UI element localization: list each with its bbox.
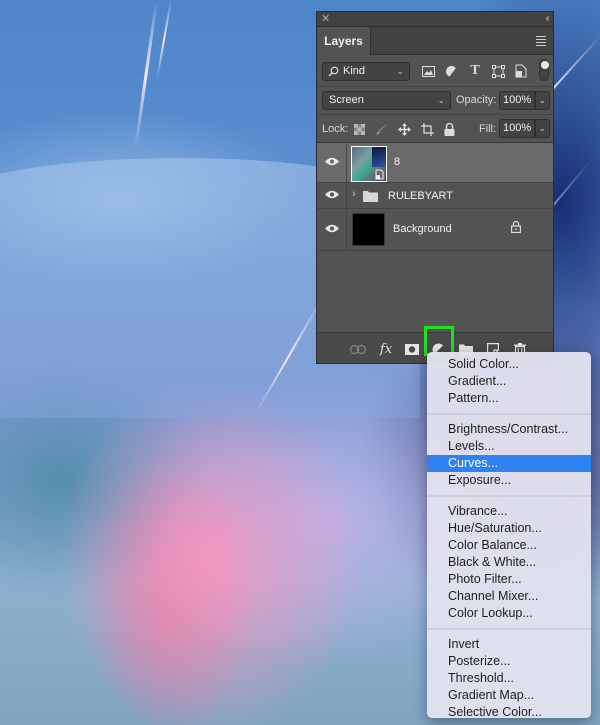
- layer-lock-icon: [511, 220, 522, 236]
- pixel-filter-icon[interactable]: [421, 65, 435, 77]
- chevron-down-icon: ⌄: [538, 95, 546, 105]
- menu-item-color-lookup[interactable]: Color Lookup...: [427, 605, 591, 622]
- lock-artboard-icon[interactable]: [420, 122, 434, 136]
- menu-item-levels[interactable]: Levels...: [427, 438, 591, 455]
- menu-item-photo-filter[interactable]: Photo Filter...: [427, 571, 591, 588]
- filter-row: Kind ⌄ T: [317, 55, 553, 87]
- fill-slider-button[interactable]: ⌄: [535, 119, 550, 138]
- smart-object-badge-icon: [374, 169, 385, 180]
- tab-layers[interactable]: Layers: [317, 27, 371, 55]
- light-streak: [134, 0, 158, 149]
- shape-filter-icon[interactable]: [491, 64, 505, 78]
- panel-tab-bar: Layers: [317, 27, 553, 55]
- layer-name[interactable]: RULEBYART: [388, 190, 453, 202]
- search-icon: [328, 66, 339, 77]
- menu-item-black-white[interactable]: Black & White...: [427, 554, 591, 571]
- filter-kind-select[interactable]: Kind ⌄: [322, 62, 410, 81]
- menu-item-hue-saturation[interactable]: Hue/Saturation...: [427, 520, 591, 537]
- light-streak: [156, 0, 172, 80]
- opacity-input[interactable]: 100%: [499, 91, 535, 110]
- adjustment-layer-menu: Solid Color... Gradient... Pattern... Brigh…: [427, 352, 591, 721]
- menu-separator: [427, 413, 591, 415]
- menu-item-brightness-contrast[interactable]: Brightness/Contrast...: [427, 421, 591, 438]
- panel-topbar: ✕ ‹‹: [317, 12, 553, 27]
- menu-item-posterize[interactable]: Posterize...: [427, 653, 591, 670]
- filter-toggle[interactable]: [539, 59, 549, 81]
- lock-row: Lock: Fill: 100% ⌄: [317, 115, 553, 143]
- lock-transparent-pixels-icon[interactable]: [353, 123, 365, 135]
- menu-item-gradient-map[interactable]: Gradient Map...: [427, 687, 591, 704]
- layer-thumbnail-background: [352, 213, 385, 246]
- menu-item-exposure[interactable]: Exposure...: [427, 472, 591, 489]
- link-layers-icon[interactable]: [350, 341, 366, 357]
- layer-name[interactable]: 8: [394, 156, 400, 168]
- menu-item-vibrance[interactable]: Vibrance...: [427, 503, 591, 520]
- adjustment-filter-icon[interactable]: [444, 64, 458, 78]
- menu-separator: [427, 495, 591, 497]
- smart-object-filter-icon[interactable]: [514, 64, 528, 78]
- collapse-double-chevron-icon[interactable]: ‹‹: [545, 12, 549, 26]
- menu-item-selective-color[interactable]: Selective Color...: [427, 704, 591, 721]
- opacity-slider-button[interactable]: ⌄: [535, 91, 550, 110]
- menu-item-curves[interactable]: Curves...: [427, 455, 591, 472]
- visibility-eye-icon[interactable]: [324, 190, 339, 202]
- layers-panel: ✕ ‹‹ Layers Kind ⌄ T Screen ⌄ Opacity: 1…: [316, 11, 554, 364]
- menu-item-solid-color[interactable]: Solid Color...: [427, 356, 591, 373]
- visibility-eye-icon[interactable]: [324, 157, 339, 169]
- lock-position-icon[interactable]: [397, 122, 411, 136]
- menu-item-pattern[interactable]: Pattern...: [427, 390, 591, 407]
- blend-mode-select[interactable]: Screen ⌄: [322, 91, 451, 110]
- fill-label: Fill:: [479, 123, 497, 135]
- type-filter-icon[interactable]: T: [468, 63, 482, 78]
- menu-separator: [427, 628, 591, 630]
- layer-row-8[interactable]: 8: [317, 143, 553, 183]
- chevron-down-icon: ⌄: [437, 95, 445, 105]
- fill-input[interactable]: 100%: [499, 119, 535, 138]
- menu-item-channel-mixer[interactable]: Channel Mixer...: [427, 588, 591, 605]
- add-mask-icon[interactable]: [404, 341, 420, 357]
- panel-menu-icon[interactable]: [536, 36, 546, 48]
- layer-thumbnail-8: [351, 146, 387, 182]
- opacity-label: Opacity:: [456, 94, 497, 106]
- chevron-down-icon: ⌄: [538, 123, 546, 133]
- layer-row-background[interactable]: Background: [317, 209, 553, 251]
- blend-row: Screen ⌄ Opacity: 100% ⌄: [317, 87, 553, 115]
- close-icon[interactable]: ✕: [321, 12, 330, 26]
- layers-list: 8 › RULEBYART Background: [317, 143, 553, 333]
- visibility-eye-icon[interactable]: [324, 224, 339, 236]
- fx-icon[interactable]: fx: [378, 341, 394, 357]
- menu-item-threshold[interactable]: Threshold...: [427, 670, 591, 687]
- menu-item-invert[interactable]: Invert: [427, 636, 591, 653]
- lock-all-icon[interactable]: [443, 122, 455, 136]
- expand-chevron-right-icon[interactable]: ›: [352, 188, 356, 200]
- toggle-knob: [540, 61, 549, 69]
- menu-item-color-balance[interactable]: Color Balance...: [427, 537, 591, 554]
- blend-mode-value: Screen: [329, 94, 364, 106]
- filter-kind-label: Kind: [343, 65, 366, 77]
- folder-icon: [363, 190, 378, 205]
- chevron-down-icon: ⌄: [396, 66, 404, 76]
- layer-row-rulebyart[interactable]: › RULEBYART: [317, 183, 553, 209]
- menu-item-gradient[interactable]: Gradient...: [427, 373, 591, 390]
- lock-image-pixels-icon[interactable]: [374, 122, 388, 136]
- lock-label: Lock:: [322, 123, 349, 135]
- layer-name[interactable]: Background: [393, 223, 452, 235]
